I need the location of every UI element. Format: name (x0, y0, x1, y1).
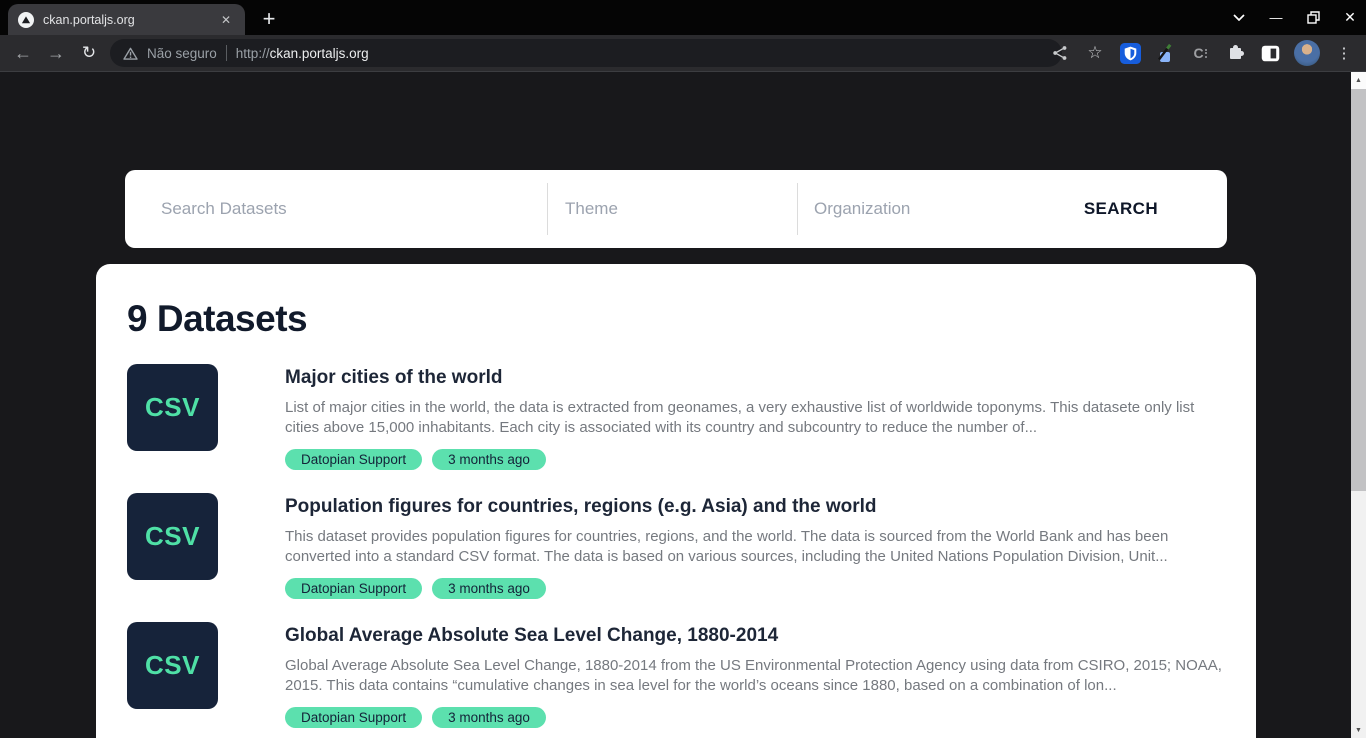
page-scrollbar[interactable]: ▲ ▼ (1351, 72, 1366, 738)
url-scheme: http:// (236, 46, 270, 61)
dataset-description: This dataset provides population figures… (285, 527, 1222, 567)
bitwarden-extension-icon[interactable] (1119, 42, 1141, 64)
browser-menu-icon[interactable]: ⋮ (1333, 42, 1355, 64)
csv-format-tile[interactable]: CSV (127, 364, 218, 451)
dataset-description: Global Average Absolute Sea Level Change… (285, 656, 1222, 696)
dataset-title[interactable]: Global Average Absolute Sea Level Change… (285, 625, 1222, 647)
browser-window: ckan.portaljs.org ✕ + — ✕ ← → ↻ (0, 0, 1366, 738)
csv-format-tile[interactable]: CSV (127, 622, 218, 709)
dataset-description: List of major cities in the world, the d… (285, 398, 1222, 438)
badge: Datopian Support (285, 578, 422, 599)
results-card: 9 Datasets CSV Major cities of the world… (96, 264, 1256, 738)
address-bar[interactable]: Não seguro http://ckan.portaljs.org (110, 39, 1062, 67)
badge: Datopian Support (285, 707, 422, 728)
organization-input[interactable] (814, 170, 1044, 248)
browser-tab[interactable]: ckan.portaljs.org ✕ (8, 4, 245, 35)
dataset-main: Global Average Absolute Sea Level Change… (285, 622, 1222, 728)
site-favicon (18, 12, 34, 28)
scroll-up-icon[interactable]: ▲ (1351, 72, 1366, 89)
scrollbar-thumb[interactable] (1351, 89, 1366, 491)
browser-toolbar: ← → ↻ Não seguro http://ckan.portaljs.or… (0, 35, 1366, 71)
results-heading: 9 Datasets (127, 298, 1225, 340)
dataset-main: Population figures for countries, region… (285, 493, 1222, 599)
badge-list: Datopian Support 3 months ago (285, 449, 1222, 470)
badge: Datopian Support (285, 449, 422, 470)
field-divider (547, 183, 548, 235)
search-input[interactable] (161, 170, 531, 248)
dataset-row: CSV Major cities of the world List of ma… (127, 364, 1225, 470)
dataset-row: CSV Global Average Absolute Sea Level Ch… (127, 622, 1225, 728)
badge-list: Datopian Support 3 months ago (285, 707, 1222, 728)
profile-avatar[interactable] (1294, 40, 1320, 66)
page-content: SEARCH 9 Datasets CSV Major cities of th… (0, 71, 1366, 738)
dataset-title[interactable]: Population figures for countries, region… (285, 496, 1222, 518)
restore-button[interactable] (1305, 10, 1321, 26)
dataset-main: Major cities of the world List of major … (285, 364, 1222, 470)
colorpick-letter: C (1193, 45, 1203, 61)
toolbar-right-icons: ☆ C (1038, 35, 1366, 71)
search-panel: SEARCH (125, 170, 1227, 248)
share-icon[interactable] (1049, 42, 1071, 64)
security-label: Não seguro (147, 46, 217, 61)
back-icon[interactable]: ← (10, 40, 36, 66)
address-divider (226, 45, 227, 61)
reload-icon[interactable]: ↻ (76, 40, 102, 66)
badge: 3 months ago (432, 449, 546, 470)
bookmark-star-icon[interactable]: ☆ (1084, 42, 1106, 64)
url-text: http://ckan.portaljs.org (236, 46, 369, 61)
search-button[interactable]: SEARCH (1084, 170, 1158, 248)
badge: 3 months ago (432, 707, 546, 728)
csv-format-tile[interactable]: CSV (127, 493, 218, 580)
close-button[interactable]: ✕ (1342, 10, 1358, 26)
new-tab-button[interactable]: + (254, 4, 284, 34)
scroll-down-icon[interactable]: ▼ (1351, 722, 1366, 738)
theme-input[interactable] (565, 170, 780, 248)
minimize-button[interactable]: — (1268, 10, 1284, 26)
forward-icon[interactable]: → (43, 40, 69, 66)
tab-close-icon[interactable]: ✕ (217, 11, 235, 29)
window-controls: — ✕ (1231, 0, 1358, 35)
colorpick-extension-icon[interactable]: C (1189, 42, 1211, 64)
url-host: ckan.portaljs.org (270, 46, 369, 61)
tab-strip: ckan.portaljs.org ✕ + — ✕ (0, 0, 1366, 35)
badge: 3 months ago (432, 578, 546, 599)
side-panel-icon[interactable] (1259, 42, 1281, 64)
eyedropper-extension-icon[interactable] (1154, 42, 1176, 64)
extensions-puzzle-icon[interactable] (1224, 42, 1246, 64)
colorpick-dots (1205, 49, 1207, 58)
tab-search-chevron-icon[interactable] (1231, 10, 1247, 26)
nav-buttons: ← → ↻ (0, 40, 102, 66)
not-secure-warning-icon (123, 47, 138, 60)
dataset-row: CSV Population figures for countries, re… (127, 493, 1225, 599)
badge-list: Datopian Support 3 months ago (285, 578, 1222, 599)
dataset-list: CSV Major cities of the world List of ma… (127, 364, 1225, 738)
tab-title: ckan.portaljs.org (43, 13, 217, 27)
dataset-title[interactable]: Major cities of the world (285, 367, 1222, 389)
field-divider (797, 183, 798, 235)
